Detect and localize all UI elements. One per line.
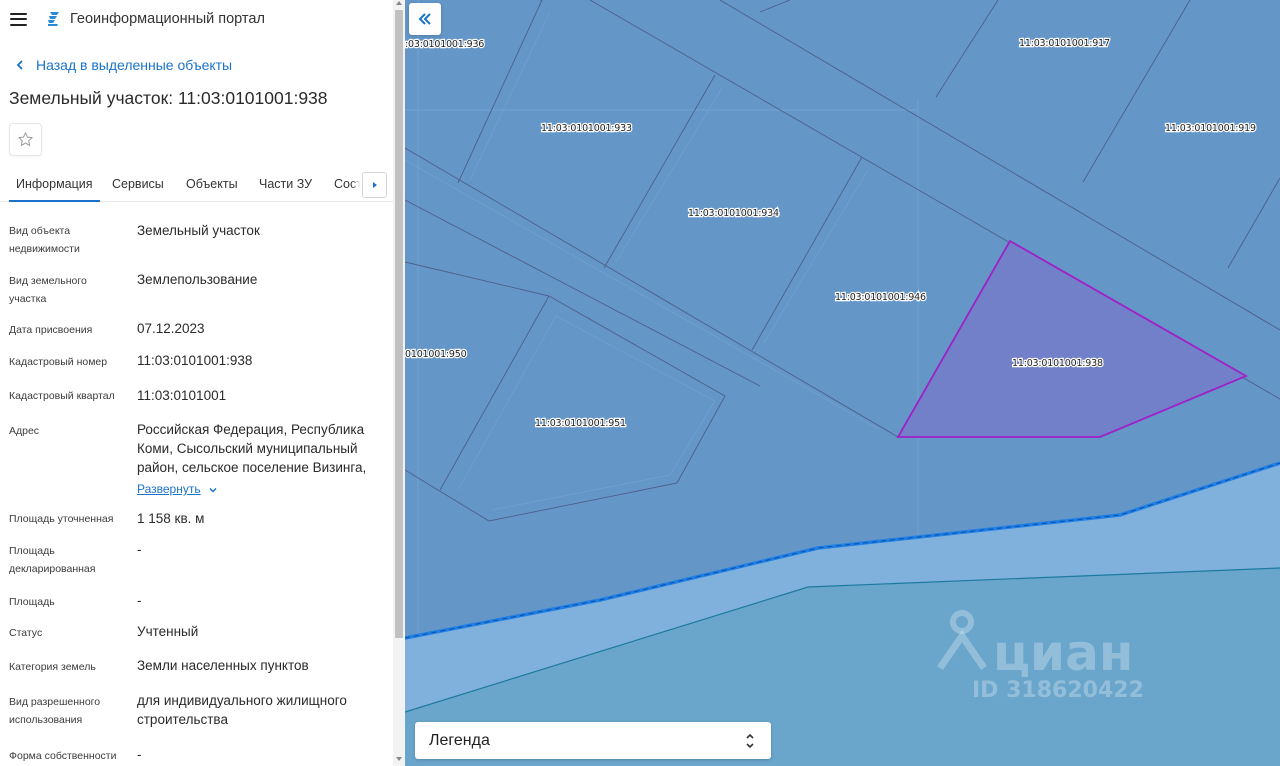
prop-label: Вид разрешенного использования bbox=[9, 696, 101, 726]
portal-logo-icon bbox=[48, 12, 59, 26]
parcel-label: 11:03:0101001:946 bbox=[835, 292, 926, 303]
chevron-down-icon bbox=[209, 487, 217, 493]
map-view[interactable]: :03:0101001:936 11:03:0101001:917 11:03:… bbox=[405, 0, 1280, 766]
prop-value: для индивидуального жилищного строительс… bbox=[137, 693, 347, 727]
page-title: Земельный участок: 11:03:0101001:938 bbox=[9, 88, 328, 108]
watermark-id: ID 318620422 bbox=[972, 678, 1144, 703]
caret-right-icon bbox=[372, 182, 377, 188]
parcel-label: 11:03:0101001:933 bbox=[541, 123, 632, 134]
prop-label: Площадь bbox=[9, 596, 55, 608]
prop-value: 11:03:0101001:938 bbox=[137, 353, 253, 368]
prop-value: - bbox=[137, 542, 142, 557]
tab-objects[interactable]: Объекты bbox=[186, 168, 238, 202]
prop-value: Землепользование bbox=[137, 272, 258, 287]
expand-address-link[interactable]: Развернуть bbox=[137, 480, 218, 499]
menu-icon[interactable] bbox=[10, 12, 27, 26]
tab-bar: Информация Сервисы Объекты Части ЗУ Сост… bbox=[0, 168, 393, 202]
double-chevron-left-icon bbox=[418, 13, 431, 25]
top-bar: Геоинформационный портал bbox=[0, 0, 393, 38]
info-panel: Геоинформационный портал Назад в выделен… bbox=[0, 0, 393, 766]
prop-label: Категория земель bbox=[9, 661, 96, 673]
panel-scrollbar[interactable] bbox=[393, 0, 405, 766]
prop-label: Кадастровый номер bbox=[9, 356, 108, 368]
map-canvas: :03:0101001:936 11:03:0101001:917 11:03:… bbox=[405, 0, 1280, 766]
tab-information[interactable]: Информация bbox=[9, 168, 100, 202]
parcel-label: :03:0101001:936 bbox=[405, 39, 484, 50]
prop-label: Форма собственности bbox=[9, 750, 117, 762]
prop-value: 11:03:0101001 bbox=[137, 388, 227, 403]
expand-address-control: Развернуть bbox=[137, 479, 382, 499]
prop-label: Вид земельного участка bbox=[9, 275, 87, 305]
parcel-label: 0101001:950 bbox=[405, 349, 467, 360]
prop-value: Учтенный bbox=[137, 624, 199, 639]
back-to-selected-link[interactable]: Назад в выделенные объекты bbox=[0, 51, 393, 79]
prop-value: 07.12.2023 bbox=[137, 321, 205, 336]
app-title: Геоинформационный портал bbox=[70, 11, 265, 27]
legend-label: Легенда bbox=[429, 731, 490, 749]
prop-value: 1 158 кв. м bbox=[137, 511, 205, 526]
parcel-label: 11:03:0101001:934 bbox=[688, 208, 779, 219]
prop-label: Площадь уточненная bbox=[9, 513, 114, 525]
tabs-scroll-right-button[interactable] bbox=[362, 172, 387, 198]
parcel-label: 11:03:0101001:919 bbox=[1165, 123, 1256, 134]
chevron-left-icon bbox=[16, 60, 23, 70]
prop-label: Адрес bbox=[9, 425, 40, 437]
scroll-up-arrow-icon[interactable] bbox=[396, 1, 402, 5]
prop-label: Вид объекта недвижимости bbox=[9, 225, 80, 255]
parcel-label: 11:03:0101001:917 bbox=[1019, 38, 1110, 49]
prop-label: Кадастровый квартал bbox=[9, 390, 115, 402]
prop-label: Площадь декларированная bbox=[9, 545, 96, 575]
tab-services[interactable]: Сервисы bbox=[112, 168, 164, 202]
expand-label: Развернуть bbox=[137, 482, 201, 496]
collapse-panel-button[interactable] bbox=[409, 3, 441, 35]
watermark-brand: циан bbox=[993, 624, 1133, 682]
parcel-label: 11:03:0101001:951 bbox=[535, 418, 626, 429]
prop-label: Дата присвоения bbox=[9, 324, 93, 336]
chevron-up-down-icon bbox=[746, 733, 754, 748]
tab-parts[interactable]: Части ЗУ bbox=[259, 168, 312, 202]
prop-value: Российская Федерация, Республика Коми, С… bbox=[137, 422, 367, 475]
back-link-label: Назад в выделенные объекты bbox=[36, 57, 233, 73]
prop-value: Земли населенных пунктов bbox=[137, 658, 309, 673]
scroll-down-arrow-icon[interactable] bbox=[396, 757, 402, 761]
prop-value: - bbox=[137, 593, 142, 608]
prop-value: Земельный участок bbox=[137, 223, 260, 238]
favorite-button[interactable] bbox=[9, 123, 42, 156]
legend-dropdown[interactable]: Легенда bbox=[415, 722, 771, 759]
scrollbar-thumb[interactable] bbox=[395, 10, 403, 638]
star-icon bbox=[18, 132, 33, 146]
prop-label: Статус bbox=[9, 627, 43, 639]
parcel-label: 11:03:0101001:938 bbox=[1012, 358, 1103, 369]
prop-value: - bbox=[137, 747, 142, 762]
